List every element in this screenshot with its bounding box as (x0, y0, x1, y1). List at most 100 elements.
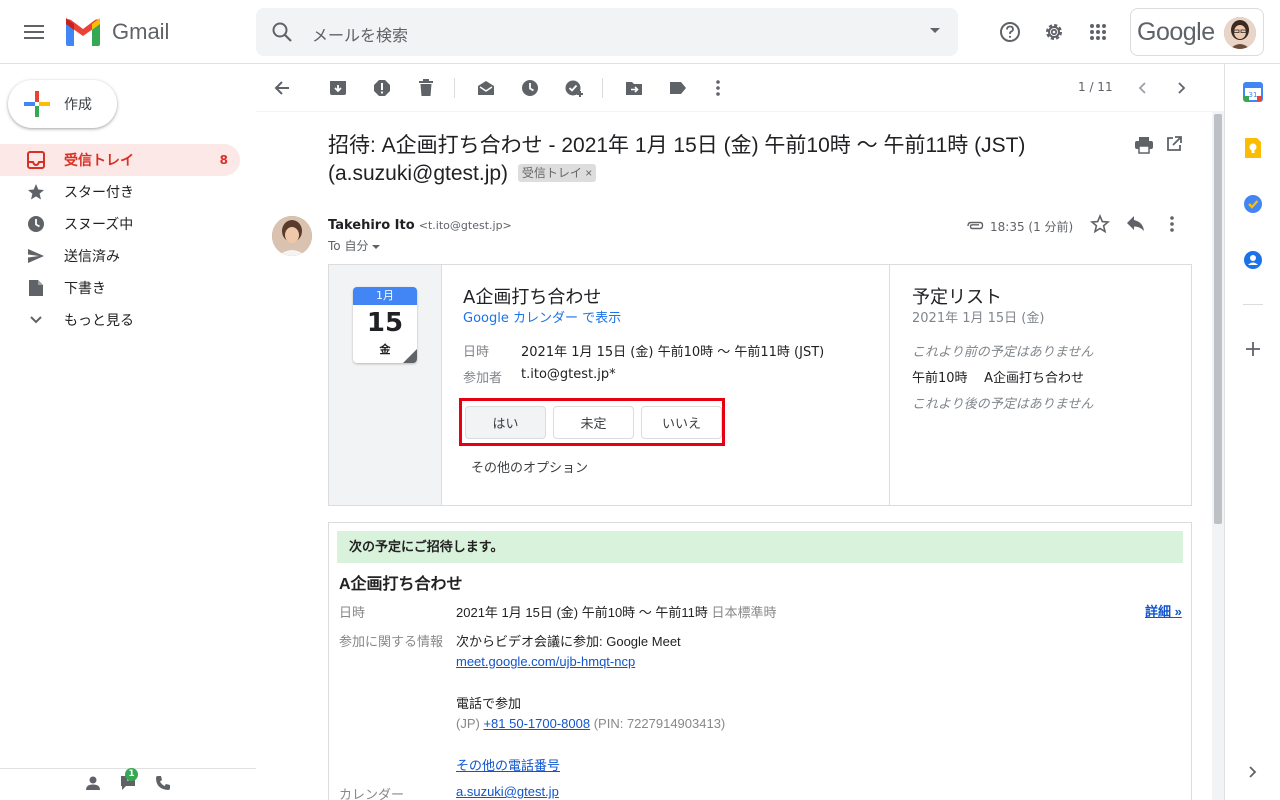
phone-number-link[interactable]: +81 50-1700-8008 (483, 716, 590, 731)
apps-grid-icon (1090, 24, 1106, 40)
body-join-label: 参加に関する情報 (339, 634, 444, 649)
body-timezone: 日本標準時 (711, 605, 777, 620)
subject-text: 招待: A企画打ち合わせ - 2021年 1月 15日 (金) 午前10時 〜 … (328, 134, 1026, 185)
folder-nav: 受信トレイ 8 スター付き スヌーズ中 送信済み 下書き もっと見る (0, 144, 256, 336)
message-view: 1 / 11 招待: A企画打ち合わせ - 2021年 1月 15日 (金) 午… (256, 64, 1224, 800)
contacts-person-icon[interactable] (85, 775, 101, 795)
chevron-right-icon (1178, 82, 1186, 94)
recipient-details[interactable]: To 自分 (328, 237, 381, 254)
compose-label: 作成 (64, 97, 92, 113)
meet-link[interactable]: meet.google.com/ujb-hmqt-ncp (456, 654, 635, 669)
snooze-button[interactable] (514, 72, 546, 104)
sidebar-item-drafts[interactable]: 下書き (0, 272, 240, 304)
add-to-tasks-button[interactable] (558, 72, 590, 104)
details-link[interactable]: 詳細 » (1145, 601, 1182, 620)
more-actions-button[interactable] (702, 72, 734, 104)
event-when-row: 日時 2021年 1月 15日 (金) 午前10時 〜 午前11時 (JST) (463, 341, 824, 360)
contacts-app-icon[interactable] (1241, 248, 1265, 272)
delete-button[interactable] (410, 72, 442, 104)
add-addon-icon[interactable] (1241, 337, 1265, 361)
star-icon (26, 182, 46, 202)
more-options-link[interactable]: その他のオプション (471, 457, 588, 476)
sidebar-item-sent[interactable]: 送信済み (0, 240, 240, 272)
calendar-app-icon[interactable]: 31 (1241, 80, 1265, 104)
calendar-date-icon: 1月 15 金 (353, 287, 417, 363)
message-actions (1090, 213, 1182, 238)
sidebar: 作成 受信トレイ 8 スター付き スヌーズ中 送信済み 下書き もっと見る " … (0, 64, 256, 800)
more-vert-icon[interactable] (1162, 214, 1182, 238)
account-avatar[interactable] (1224, 17, 1256, 49)
other-numbers-link[interactable]: その他の電話番号 (456, 755, 560, 774)
body-when-row: 日時 2021年 1月 15日 (金) 午前10時 〜 午前11時 日本標準時 (339, 602, 777, 621)
open-in-new-window-icon[interactable] (1166, 136, 1182, 158)
sender-info[interactable]: Takehiro Ito <t.ito@gtest.jp> (328, 218, 512, 233)
label-chip-text: 受信トレイ (521, 166, 582, 180)
rsvp-maybe-button[interactable]: 未定 (553, 406, 634, 439)
inbox-label-chip[interactable]: 受信トレイ × (517, 164, 597, 182)
more-vert-icon (716, 80, 720, 96)
back-button[interactable] (266, 72, 298, 104)
back-arrow-icon (274, 81, 289, 95)
clock-icon (26, 214, 46, 234)
gmail-logo[interactable]: Gmail (64, 16, 169, 48)
print-icon[interactable] (1134, 136, 1154, 158)
move-to-button[interactable] (618, 72, 650, 104)
send-icon (26, 246, 46, 266)
rsvp-no-button[interactable]: いいえ (641, 406, 722, 439)
agenda-event[interactable]: 午前10時 A企画打ち合わせ (912, 367, 1084, 386)
rail-divider (1243, 304, 1263, 305)
message-scrollbar[interactable] (1212, 112, 1224, 800)
labels-button[interactable] (662, 72, 694, 104)
compose-button[interactable]: 作成 (8, 80, 117, 128)
phone-icon[interactable] (155, 775, 171, 795)
tasks-app-icon[interactable] (1241, 192, 1265, 216)
sidebar-item-inbox[interactable]: 受信トレイ 8 (0, 144, 240, 176)
message-time: 18:35 (1 分前) (990, 219, 1074, 234)
label-tag-icon (670, 82, 686, 94)
trash-icon (419, 79, 433, 96)
phone-country: (JP) (456, 716, 480, 731)
when-value: 2021年 1月 15日 (金) 午前10時 〜 午前11時 (JST) (521, 345, 825, 360)
report-spam-button[interactable] (366, 72, 398, 104)
account-button[interactable]: Google (1130, 8, 1264, 56)
newer-button[interactable] (1126, 72, 1158, 104)
rsvp-highlight-box: はい 未定 いいえ (459, 398, 725, 446)
keep-app-icon[interactable] (1241, 136, 1265, 160)
svg-text:31: 31 (1249, 91, 1258, 99)
support-button[interactable] (990, 12, 1030, 52)
top-bar: Gmail メールを検索 Google (0, 0, 1280, 64)
sidebar-item-starred[interactable]: スター付き (0, 176, 240, 208)
older-button[interactable] (1166, 72, 1198, 104)
chevron-left-icon (1138, 82, 1146, 94)
agenda-panel: 予定リスト 2021年 1月 15日 (金) これより前の予定はありません 午前… (890, 265, 1191, 505)
snooze-clock-icon (522, 80, 538, 96)
message-meta: 18:35 (1 分前) (966, 216, 1073, 236)
sidebar-item-more[interactable]: もっと見る (0, 304, 240, 336)
calendar-email-link[interactable]: a.suzuki@gtest.jp (456, 784, 559, 800)
chat-icon[interactable]: " 1 (119, 767, 138, 796)
main-menu-button[interactable] (14, 12, 54, 52)
view-in-calendar-link[interactable]: Google カレンダー で表示 (463, 307, 621, 326)
inbox-icon (26, 150, 46, 170)
message-subject: 招待: A企画打ち合わせ - 2021年 1月 15日 (金) 午前10時 〜 … (328, 132, 1048, 188)
scrollbar-thumb[interactable] (1214, 114, 1222, 524)
draft-icon (26, 278, 46, 298)
archive-button[interactable] (322, 72, 354, 104)
search-input[interactable]: メールを検索 (312, 22, 408, 46)
move-to-folder-icon (626, 82, 642, 95)
when-label: 日時 (463, 345, 490, 360)
sidebar-item-snoozed[interactable]: スヌーズ中 (0, 208, 240, 240)
mark-unread-button[interactable] (470, 72, 502, 104)
star-message-icon[interactable] (1090, 213, 1110, 238)
guests-value: t.ito@gtest.jp* (521, 367, 616, 382)
google-wordmark: Google (1137, 17, 1215, 46)
apps-button[interactable] (1078, 12, 1118, 52)
search-bar[interactable]: メールを検索 (256, 8, 958, 56)
settings-button[interactable] (1034, 12, 1074, 52)
recipient-text: To 自分 (328, 239, 369, 253)
rsvp-yes-button[interactable]: はい (465, 406, 546, 439)
reply-icon[interactable] (1126, 214, 1146, 238)
sender-avatar[interactable] (272, 216, 312, 256)
expand-panel-chevron-icon[interactable] (1241, 760, 1265, 784)
remove-label-icon[interactable]: × (585, 166, 592, 180)
